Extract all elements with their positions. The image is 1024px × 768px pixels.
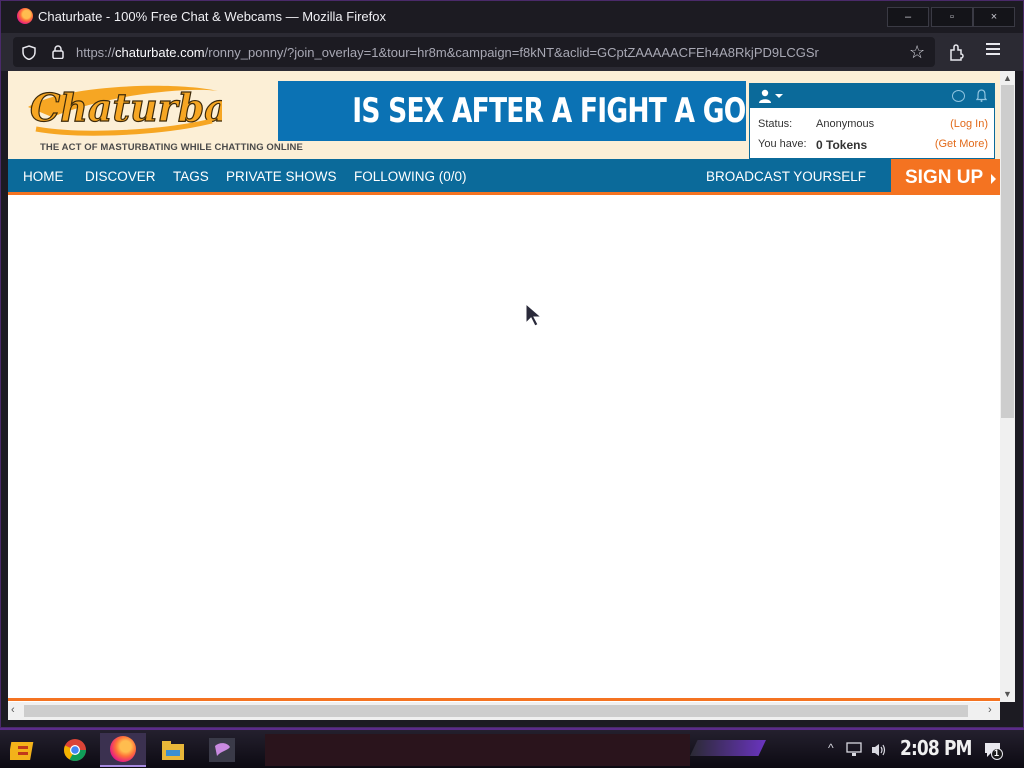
nav-following[interactable]: FOLLOWING (0/0) (354, 169, 467, 184)
play-arrow-icon (991, 174, 996, 184)
browser-toolbar: https://chaturbate.com/ronny_ponny/?join… (1, 33, 1023, 71)
ad-text: IS SEX AFTER A FIGHT A GOOD IDEA? (352, 91, 746, 131)
nav-discover[interactable]: DISCOVER (85, 169, 156, 184)
file-explorer-icon[interactable] (158, 736, 188, 764)
hamburger-menu-icon[interactable] (986, 43, 1000, 57)
bookmark-star-icon[interactable]: ☆ (909, 42, 925, 63)
site-tagline: THE ACT OF MASTURBATING WHILE CHATTING O… (40, 142, 303, 153)
nav-private-shows[interactable]: PRIVATE SHOWS (226, 169, 337, 184)
footer-divider (8, 698, 1000, 701)
maximize-button[interactable]: ▫ (931, 7, 973, 27)
sign-up-label: SIGN UP (905, 167, 984, 188)
tokens-row: You have: 0 Tokens (758, 138, 867, 152)
scroll-down-icon[interactable]: ▼ (1003, 689, 1012, 699)
scroll-up-icon[interactable]: ▲ (1003, 73, 1012, 83)
tray-chevron-icon[interactable]: ^ (828, 741, 834, 755)
vertical-scroll-thumb[interactable] (1001, 85, 1014, 418)
user-panel: Status: Anonymous (Log In) You have: 0 T… (749, 83, 995, 159)
user-icon[interactable] (758, 89, 772, 103)
chat-bubble-icon[interactable] (952, 90, 965, 102)
close-button[interactable]: × (973, 7, 1015, 27)
vertical-scrollbar[interactable]: ▲ ▼ (1000, 71, 1015, 702)
shield-icon[interactable] (22, 45, 36, 60)
page-viewport: Chaturbate THE ACT OF MASTURBATING WHILE… (8, 71, 1000, 702)
taskbar: ^ 2:08 PM 1 (0, 728, 1024, 768)
chevron-down-icon[interactable] (775, 94, 783, 98)
tokens-label: You have: (758, 138, 807, 150)
mouse-cursor-icon (525, 303, 543, 327)
taskbar-clock[interactable]: 2:08 PM (900, 736, 972, 760)
scroll-right-icon[interactable]: › (988, 704, 992, 716)
network-icon[interactable] (846, 742, 864, 758)
ad-banner[interactable]: IS SEX AFTER A FIGHT A GOOD IDEA? (278, 81, 746, 141)
url-text[interactable]: https://chaturbate.com/ronny_ponny/?join… (76, 45, 906, 60)
tokens-value: 0 Tokens (816, 138, 868, 152)
horizontal-scrollbar[interactable]: ‹ › (8, 702, 1000, 720)
scroll-left-icon[interactable]: ‹ (11, 704, 15, 716)
sign-up-button[interactable]: SIGN UP (891, 159, 1000, 195)
status-row: Status: Anonymous (758, 118, 874, 130)
notification-center-icon[interactable]: 1 (983, 740, 1003, 760)
nav-tags[interactable]: TAGS (173, 169, 209, 184)
bell-icon[interactable] (976, 89, 987, 102)
site-header: Chaturbate THE ACT OF MASTURBATING WHILE… (8, 71, 1000, 159)
horizontal-scroll-thumb[interactable] (24, 705, 968, 717)
firefox-taskbar-icon[interactable] (110, 736, 136, 762)
nav-broadcast-yourself[interactable]: BROADCAST YOURSELF (706, 169, 866, 184)
login-link[interactable]: (Log In) (950, 118, 988, 130)
user-panel-bar (750, 84, 994, 108)
status-label: Status: (758, 118, 793, 130)
minimize-button[interactable]: – (887, 7, 929, 27)
taskbar-empty-area (265, 734, 690, 766)
chaturbate-logo[interactable]: Chaturbate (22, 77, 271, 139)
extensions-icon[interactable] (947, 42, 967, 62)
volume-icon[interactable] (870, 742, 888, 758)
site-nav: HOME DISCOVER TAGS PRIVATE SHOWS FOLLOWI… (8, 159, 1000, 195)
firefox-icon (17, 8, 33, 24)
start-button-icon[interactable] (10, 738, 38, 764)
url-bar[interactable]: https://chaturbate.com/ronny_ponny/?join… (13, 37, 935, 67)
notification-count: 1 (994, 748, 1000, 758)
taskbar-decoration (690, 740, 766, 756)
app-taskbar-icon[interactable] (207, 736, 237, 764)
window-title: Chaturbate - 100% Free Chat & Webcams — … (38, 9, 387, 24)
nav-home[interactable]: HOME (23, 169, 64, 184)
chrome-icon[interactable] (60, 736, 90, 764)
status-value: Anonymous (816, 118, 875, 130)
lock-icon[interactable] (52, 45, 64, 59)
title-bar[interactable]: Chaturbate - 100% Free Chat & Webcams — … (1, 1, 1023, 33)
get-more-link[interactable]: (Get More) (935, 138, 988, 150)
